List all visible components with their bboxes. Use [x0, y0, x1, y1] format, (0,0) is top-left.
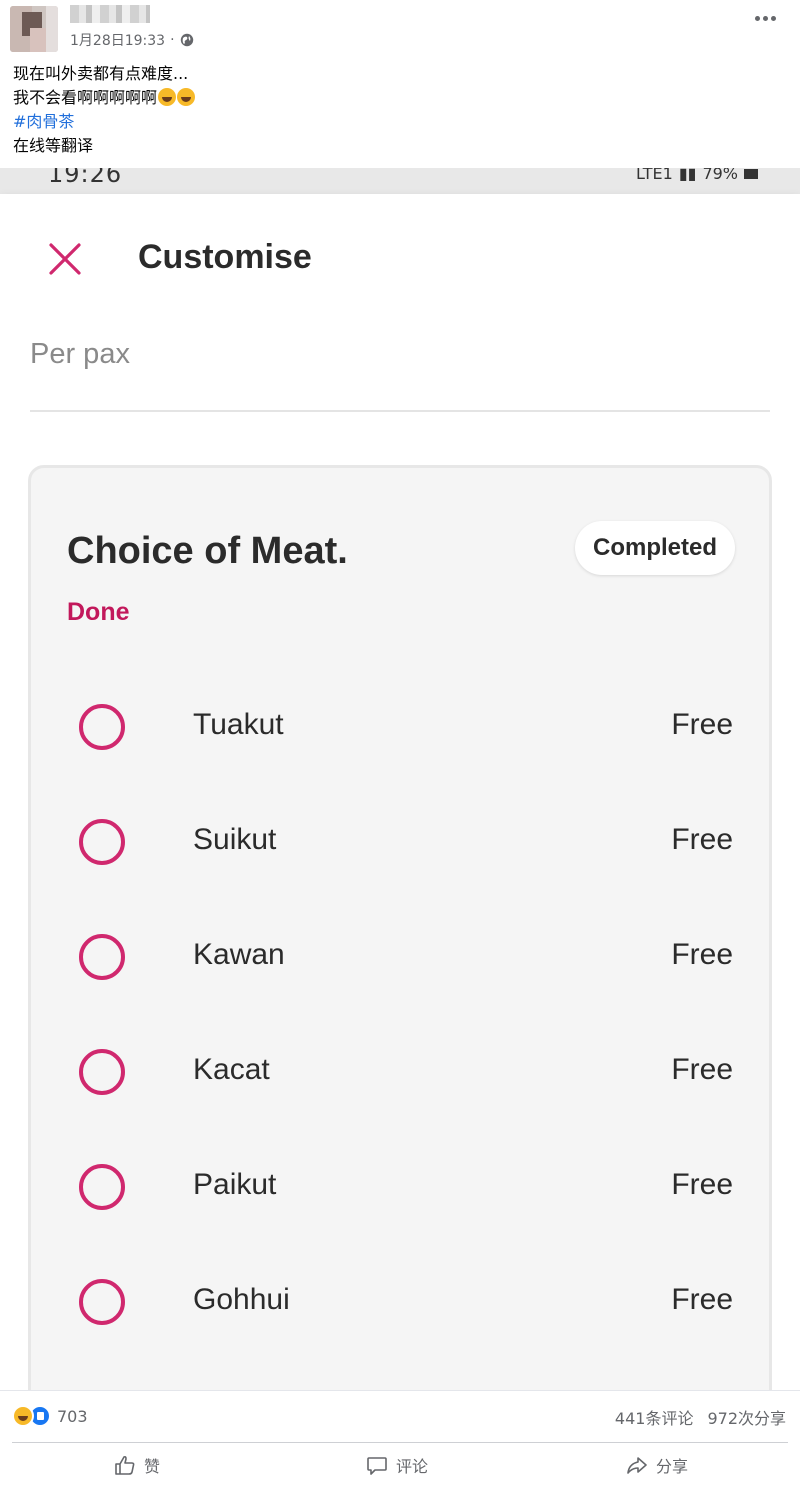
option-label: Tuakut — [193, 708, 284, 741]
haha-reaction-icon — [12, 1405, 34, 1427]
meat-option-kacat[interactable]: Kacat Free — [31, 1027, 769, 1117]
share-count[interactable]: 972次分享 — [707, 1405, 786, 1429]
reaction-count: 703 — [57, 1406, 88, 1426]
comment-icon — [367, 1457, 387, 1475]
customise-content: Per pax Choice of Meat. Completed Done T… — [0, 322, 800, 1390]
status-time: 19:26 — [48, 168, 123, 188]
reactions-summary[interactable]: 703 — [12, 1405, 88, 1427]
network-label: LTE1 — [636, 168, 673, 183]
option-label: Suikut — [193, 823, 277, 856]
status-indicators: LTE1 ▮▮ 79% — [636, 168, 758, 183]
more-options-icon[interactable] — [755, 16, 776, 21]
avatar[interactable] — [10, 6, 58, 52]
post-line-1: 现在叫外卖都有点难度... — [13, 64, 189, 83]
app-bar: Customise — [0, 194, 800, 322]
option-price: Free — [671, 1168, 733, 1201]
meat-option-paikut[interactable]: Paikut Free — [31, 1142, 769, 1232]
option-label: Kawan — [193, 938, 285, 971]
divider — [30, 410, 770, 412]
meat-option-tuakut[interactable]: Tuakut Free — [31, 682, 769, 772]
option-price: Free — [671, 708, 733, 741]
comment-label: 评论 — [396, 1457, 429, 1476]
status-badge: Completed — [574, 521, 735, 575]
meta-separator: · — [170, 32, 175, 48]
section-status: Done — [67, 598, 130, 626]
signal-icon: ▮▮ — [678, 168, 697, 183]
divider — [12, 1442, 788, 1443]
choice-of-meat-card: Choice of Meat. Completed Done Tuakut Fr… — [28, 465, 772, 1390]
meat-option-suikut[interactable]: Suikut Free — [31, 797, 769, 887]
option-price: Free — [671, 938, 733, 971]
radio-button[interactable] — [79, 1049, 125, 1095]
radio-button[interactable] — [79, 1279, 125, 1325]
radio-button[interactable] — [79, 934, 125, 980]
post-line-4: 在线等翻译 — [13, 136, 94, 155]
hashtag-link[interactable]: #肉骨茶 — [13, 110, 195, 134]
meat-option-kawan[interactable]: Kawan Free — [31, 912, 769, 1002]
post-text: 现在叫外卖都有点难度... 我不会看啊啊啊啊啊 #肉骨茶 在线等翻译 — [13, 62, 196, 158]
globe-icon — [180, 33, 193, 47]
status-bar: 19:26 LTE1 ▮▮ 79% — [0, 168, 800, 194]
per-pax-label: Per pax — [30, 338, 130, 370]
radio-button[interactable] — [79, 819, 125, 865]
like-button[interactable]: 赞 — [114, 1453, 160, 1477]
option-label: Kacat — [193, 1053, 270, 1086]
share-button[interactable]: 分享 — [626, 1453, 688, 1477]
comment-button[interactable]: 评论 — [366, 1453, 428, 1477]
post-footer: 703 441条评论 972次分享 赞 评论 分享 — [0, 1390, 800, 1489]
section-title: Choice of Meat. — [67, 530, 348, 572]
author-name-blurred[interactable] — [70, 5, 150, 23]
engagement-stats: 441条评论 972次分享 — [615, 1405, 786, 1429]
close-icon[interactable] — [48, 242, 82, 276]
option-price: Free — [671, 823, 733, 856]
option-label: Gohhui — [193, 1283, 290, 1316]
option-price: Free — [671, 1283, 733, 1316]
radio-button[interactable] — [79, 1164, 125, 1210]
attached-screenshot[interactable]: 19:26 LTE1 ▮▮ 79% Customise Per pax Choi… — [0, 168, 800, 1390]
comment-count[interactable]: 441条评论 — [615, 1405, 694, 1429]
radio-button[interactable] — [79, 704, 125, 750]
thumbs-up-icon — [115, 1455, 135, 1475]
page-title: Customise — [138, 238, 312, 276]
option-label: Paikut — [193, 1168, 277, 1201]
like-label: 赞 — [144, 1457, 161, 1476]
post-time[interactable]: 1月28日19:33 — [70, 30, 165, 50]
option-price: Free — [671, 1053, 733, 1086]
meat-option-gohhui[interactable]: Gohhui Free — [31, 1257, 769, 1347]
battery-icon — [744, 168, 758, 179]
share-icon — [627, 1457, 647, 1474]
post-line-2: 我不会看啊啊啊啊啊 — [13, 86, 196, 110]
share-label: 分享 — [656, 1457, 689, 1476]
rofl-emoji-icon — [177, 88, 196, 106]
rofl-emoji-icon — [158, 88, 177, 106]
battery-level: 79% — [702, 168, 738, 183]
post-meta: 1月28日19:33 · — [70, 30, 194, 50]
